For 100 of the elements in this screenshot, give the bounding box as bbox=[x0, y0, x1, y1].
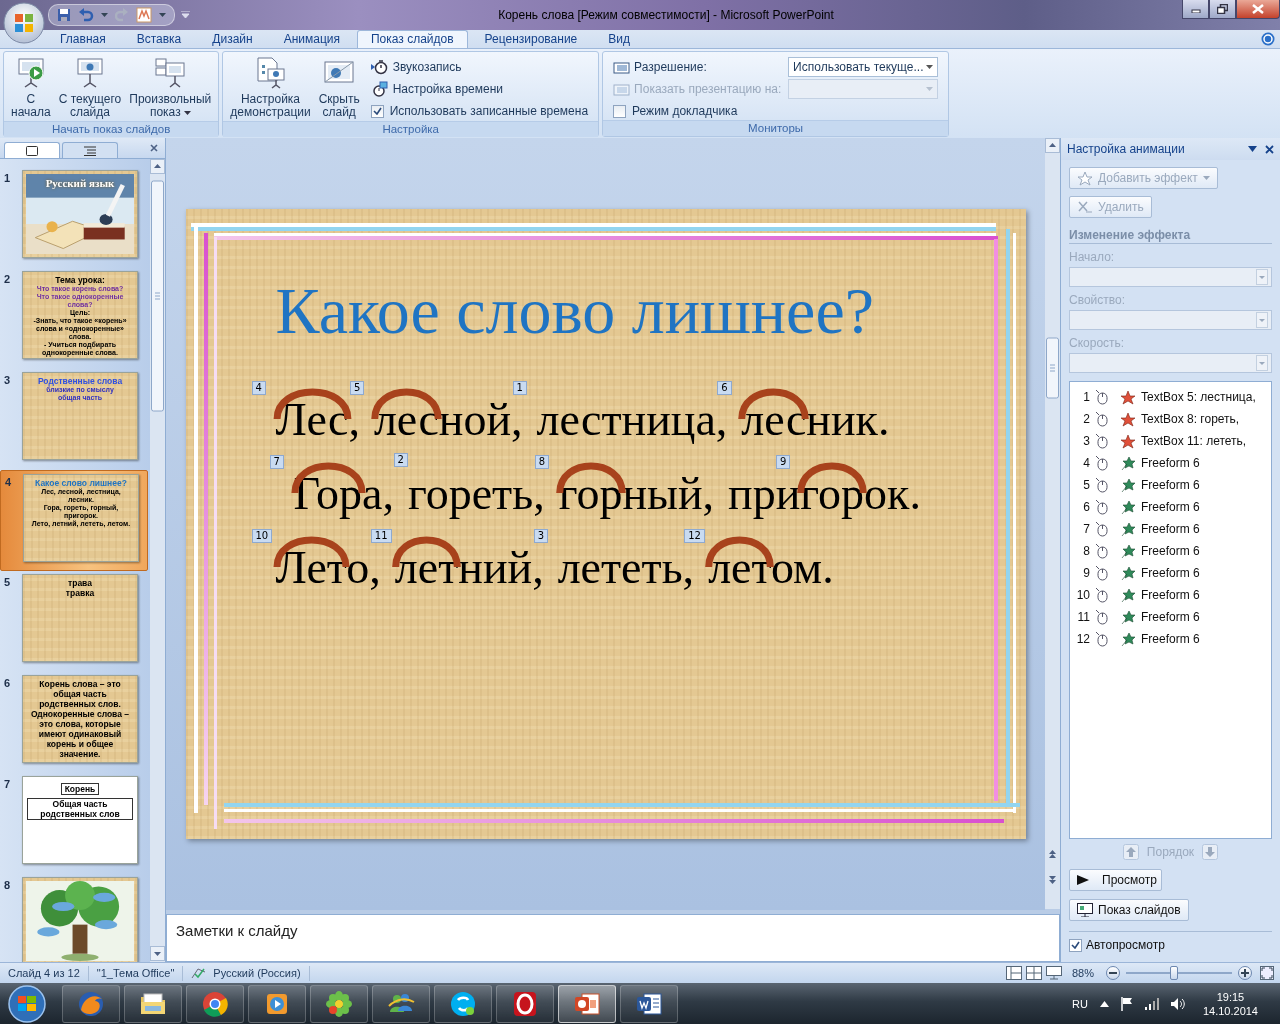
zoom-slider[interactable] bbox=[1126, 966, 1232, 980]
taskbar-button[interactable] bbox=[496, 984, 554, 1023]
taskbar-button[interactable] bbox=[248, 984, 306, 1023]
animation-tag[interactable]: 10 bbox=[251, 529, 273, 543]
scrollbar[interactable] bbox=[1045, 138, 1060, 909]
customize-icon[interactable] bbox=[181, 11, 190, 19]
close-icon[interactable] bbox=[150, 144, 158, 152]
effect-item[interactable]: 5 Freeform 6 bbox=[1070, 474, 1271, 496]
ribbon-tab[interactable]: Главная bbox=[46, 30, 120, 48]
taskbar-button[interactable] bbox=[186, 984, 244, 1023]
animation-tag[interactable]: 9 bbox=[776, 455, 791, 469]
animation-tag[interactable]: 3 bbox=[533, 529, 548, 543]
ribbon-tab[interactable]: Рецензирование bbox=[470, 30, 592, 48]
ribbon-button[interactable]: Звукозапись bbox=[370, 58, 589, 76]
animation-tag[interactable]: 11 bbox=[370, 529, 392, 543]
dropdown-icon[interactable] bbox=[1248, 146, 1257, 152]
animation-tag[interactable]: 4 bbox=[251, 381, 266, 395]
proofing-icon[interactable] bbox=[191, 966, 208, 980]
speaker-icon[interactable] bbox=[1170, 997, 1185, 1010]
notes-field[interactable]: Заметки к слайду bbox=[166, 914, 1060, 962]
slide-list-item[interactable]: 1 Русский язык bbox=[0, 167, 148, 268]
ribbon-tab[interactable]: Вид bbox=[594, 30, 644, 48]
slide-list-item[interactable]: 8 bbox=[0, 874, 148, 962]
slide-list-item[interactable]: 7 Корень Общая часть родственных слов bbox=[0, 773, 148, 874]
pane-tab[interactable] bbox=[4, 142, 60, 158]
signal-icon[interactable] bbox=[1144, 997, 1159, 1010]
effect-name: Freeform 6 bbox=[1141, 522, 1200, 536]
checkbox[interactable] bbox=[370, 104, 384, 118]
flag-icon[interactable] bbox=[1120, 996, 1133, 1011]
animation-tag[interactable]: 12 bbox=[684, 529, 705, 543]
save-icon[interactable] bbox=[57, 8, 71, 22]
taskbar-button[interactable] bbox=[372, 984, 430, 1023]
slider-thumb[interactable] bbox=[1169, 966, 1178, 980]
zoom-in-button[interactable] bbox=[1238, 966, 1252, 980]
ribbon-tab[interactable]: Вставка bbox=[122, 30, 196, 48]
help-icon[interactable] bbox=[1261, 32, 1275, 46]
slide-thumbnail[interactable]: Корень слова – это общая часть родственных слов. Однокоренные слова – это слова, которые имеют одинаковый корень и общее значение. bbox=[22, 675, 138, 763]
taskbar-button[interactable] bbox=[558, 984, 616, 1023]
ribbon-button[interactable]: Настройка времени bbox=[370, 80, 589, 98]
ribbon-tab[interactable]: Анимация bbox=[269, 30, 354, 48]
slideshow-view-icon[interactable] bbox=[1045, 966, 1062, 980]
stopwatch-icon bbox=[370, 59, 389, 75]
animation-tag[interactable]: 6 bbox=[717, 381, 732, 395]
ribbon-button[interactable]: Произвольный показ bbox=[126, 55, 215, 121]
animation-tag[interactable]: 1 bbox=[512, 381, 527, 395]
monitor-icon bbox=[613, 59, 631, 75]
effect-item[interactable]: 11 Freeform 6 bbox=[1070, 606, 1271, 628]
slide-thumbnail[interactable]: Корень Общая часть родственных слов bbox=[22, 776, 138, 864]
animation-tag[interactable]: 7 bbox=[269, 455, 284, 469]
taskbar-button[interactable] bbox=[62, 984, 120, 1023]
close-icon[interactable] bbox=[1265, 144, 1274, 154]
effect-item[interactable]: 6 Freeform 6 bbox=[1070, 496, 1271, 518]
clock-time[interactable]: 19:15 bbox=[1216, 989, 1245, 1004]
slide-show-button[interactable]: Показ слайдов bbox=[1069, 899, 1189, 921]
language-indicator[interactable]: RU bbox=[1072, 997, 1088, 1010]
normal-view-icon[interactable] bbox=[1005, 966, 1022, 980]
slide-thumbnail[interactable]: Русский язык bbox=[22, 170, 138, 258]
ribbon-tab[interactable]: Показ слайдов bbox=[357, 30, 468, 48]
app-icon[interactable] bbox=[136, 7, 152, 23]
fit-icon[interactable] bbox=[1260, 966, 1274, 980]
up-arrow-icon[interactable] bbox=[1099, 1000, 1109, 1007]
effect-item[interactable]: 8 Freeform 6 bbox=[1070, 540, 1271, 562]
dropdown-field[interactable]: Использовать текуще... bbox=[788, 57, 939, 77]
ribbon-button[interactable]: Настройка демонстрации bbox=[227, 55, 314, 121]
zoom-out-button[interactable] bbox=[1106, 966, 1120, 980]
restore-button[interactable] bbox=[1209, 0, 1236, 19]
animation-tag[interactable]: 5 bbox=[349, 381, 365, 395]
slide-list-item[interactable]: 6 Корень слова – это общая часть родственных слов. Однокоренные слова – это слова, которые имеют одинаковый корень и общее значение. bbox=[0, 672, 148, 773]
taskbar-button[interactable] bbox=[434, 984, 492, 1023]
effect-item[interactable]: 3 TextBox 11: лететь, bbox=[1070, 430, 1271, 452]
taskbar-button[interactable] bbox=[310, 984, 368, 1023]
effect-item[interactable]: 12 Freeform 6 bbox=[1070, 628, 1271, 650]
effect-item[interactable]: 2 TextBox 8: гореть, bbox=[1070, 408, 1271, 430]
slide-list-item[interactable]: 5 трава травка bbox=[0, 571, 148, 672]
clock-date[interactable]: 14.10.2014 bbox=[1202, 1003, 1258, 1018]
taskbar-button[interactable] bbox=[620, 984, 678, 1023]
effect-item[interactable]: 1 TextBox 5: лестница, bbox=[1070, 386, 1271, 408]
sorter-view-icon[interactable] bbox=[1025, 966, 1042, 980]
scrollbar[interactable] bbox=[150, 159, 165, 962]
checkbox[interactable] bbox=[1069, 938, 1082, 952]
ribbon-button[interactable]: С начала bbox=[8, 55, 54, 121]
slide-thumbnail[interactable]: трава травка bbox=[22, 574, 138, 662]
ribbon-button[interactable]: С текущего слайда bbox=[55, 55, 125, 121]
effect-item[interactable]: 4 Freeform 6 bbox=[1070, 452, 1271, 474]
effect-item[interactable]: 10 Freeform 6 bbox=[1070, 584, 1271, 606]
animation-tag[interactable]: 8 bbox=[534, 455, 550, 469]
ribbon-button[interactable]: Скрыть слайд bbox=[315, 55, 363, 121]
effect-item[interactable]: 7 Freeform 6 bbox=[1070, 518, 1271, 540]
caret-icon bbox=[1256, 355, 1268, 371]
thumbnail-title: Русский язык bbox=[44, 177, 116, 189]
effect-item[interactable]: 9 Freeform 6 bbox=[1070, 562, 1271, 584]
close-button[interactable] bbox=[1236, 0, 1280, 19]
play-button[interactable]: Просмотр bbox=[1069, 869, 1162, 891]
taskbar-button[interactable] bbox=[124, 984, 182, 1023]
minimize-button[interactable] bbox=[1182, 0, 1209, 19]
ribbon-tab[interactable]: Дизайн bbox=[198, 30, 267, 48]
animation-tag[interactable]: 2 bbox=[393, 453, 408, 467]
zoom-level[interactable]: 88% bbox=[1071, 967, 1094, 979]
checkbox[interactable] bbox=[613, 104, 627, 118]
language-label[interactable]: Русский (Россия) bbox=[213, 965, 301, 981]
